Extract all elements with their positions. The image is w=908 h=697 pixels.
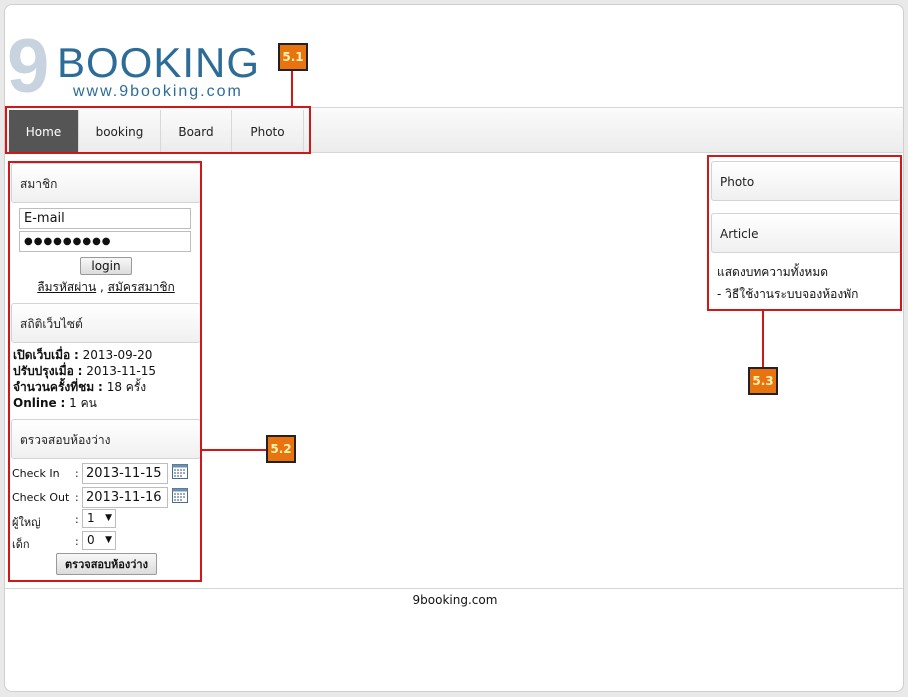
logo-url: www.9booking.com	[73, 83, 243, 100]
annotation-tag-5-3: 5.3	[748, 367, 778, 395]
logo-nine: 9	[7, 24, 50, 109]
footer-divider	[5, 588, 903, 589]
annotation-box-right	[707, 155, 902, 311]
logo-word: BOOKING	[57, 39, 261, 86]
site-logo[interactable]: 9 BOOKING www.9booking.com	[7, 29, 267, 107]
annotation-box-left	[8, 161, 202, 582]
page-container: 9 BOOKING www.9booking.com Home booking …	[4, 4, 904, 692]
annotation-line-right	[762, 311, 764, 367]
footer-text: 9booking.com	[412, 593, 498, 607]
annotation-tag-5-1: 5.1	[278, 43, 308, 71]
annotation-box-nav	[5, 106, 311, 154]
annotation-tag-5-2: 5.2	[266, 435, 296, 463]
annotation-line-nav	[291, 71, 293, 107]
annotation-line-left	[202, 449, 266, 451]
